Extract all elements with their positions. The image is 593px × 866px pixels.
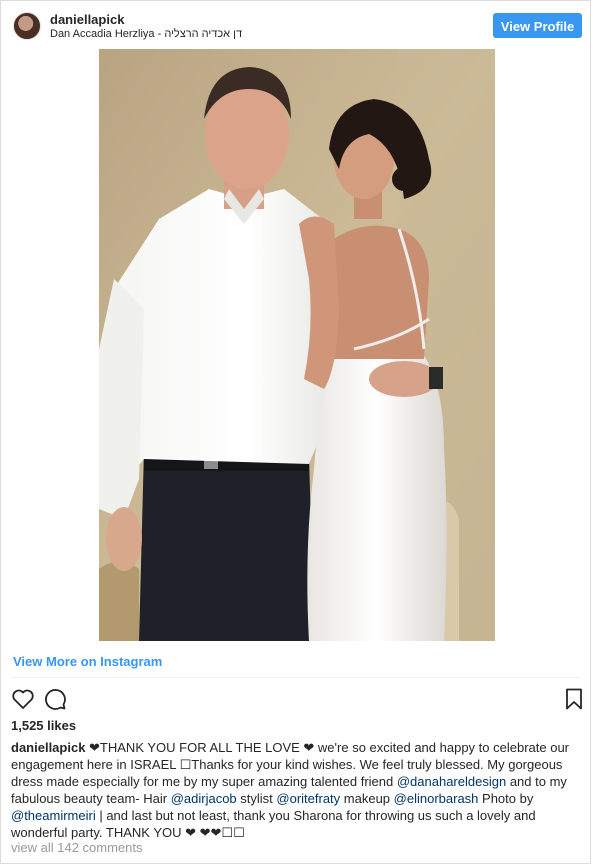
location-label[interactable]: Dan Accadia Herzliya - דן אכדיה הרצליה <box>50 28 242 40</box>
caption-text: stylist <box>236 791 277 806</box>
caption-mention-link[interactable]: @danahareldesign <box>397 774 506 789</box>
username-link[interactable]: daniellapick <box>50 12 124 27</box>
caption-mention-link[interactable]: @theamirmeiri <box>11 808 96 823</box>
post-photo-illustration <box>99 49 495 641</box>
post-header: daniellapick Dan Accadia Herzliya - דן א… <box>1 1 590 49</box>
caption-mention-link[interactable]: @oritefraty <box>276 791 340 806</box>
post-caption: daniellapick ❤THANK YOU FOR ALL THE LOVE… <box>11 739 583 841</box>
caption-body: ❤THANK YOU FOR ALL THE LOVE ❤ we're so e… <box>11 740 573 840</box>
caption-mention-link[interactable]: @elinorbarash <box>394 791 479 806</box>
bookmark-icon[interactable] <box>562 687 586 711</box>
instagram-embed-card: daniellapick Dan Accadia Herzliya - דן א… <box>0 0 591 864</box>
view-all-comments-link[interactable]: view all 142 comments <box>11 840 143 855</box>
caption-mention-link[interactable]: @adirjacob <box>171 791 237 806</box>
caption-text: makeup <box>340 791 394 806</box>
avatar[interactable] <box>13 12 41 40</box>
heart-outline-icon[interactable] <box>11 687 35 711</box>
caption-text: Photo by <box>478 791 537 806</box>
caption-author-link[interactable]: daniellapick <box>11 740 85 755</box>
divider <box>11 677 580 678</box>
view-more-on-instagram-link[interactable]: View More on Instagram <box>13 654 162 669</box>
view-profile-button[interactable]: View Profile <box>493 13 582 38</box>
post-photo[interactable] <box>99 49 495 641</box>
speech-bubble-icon[interactable] <box>43 687 67 711</box>
like-count[interactable]: 1,525 likes <box>11 718 76 733</box>
